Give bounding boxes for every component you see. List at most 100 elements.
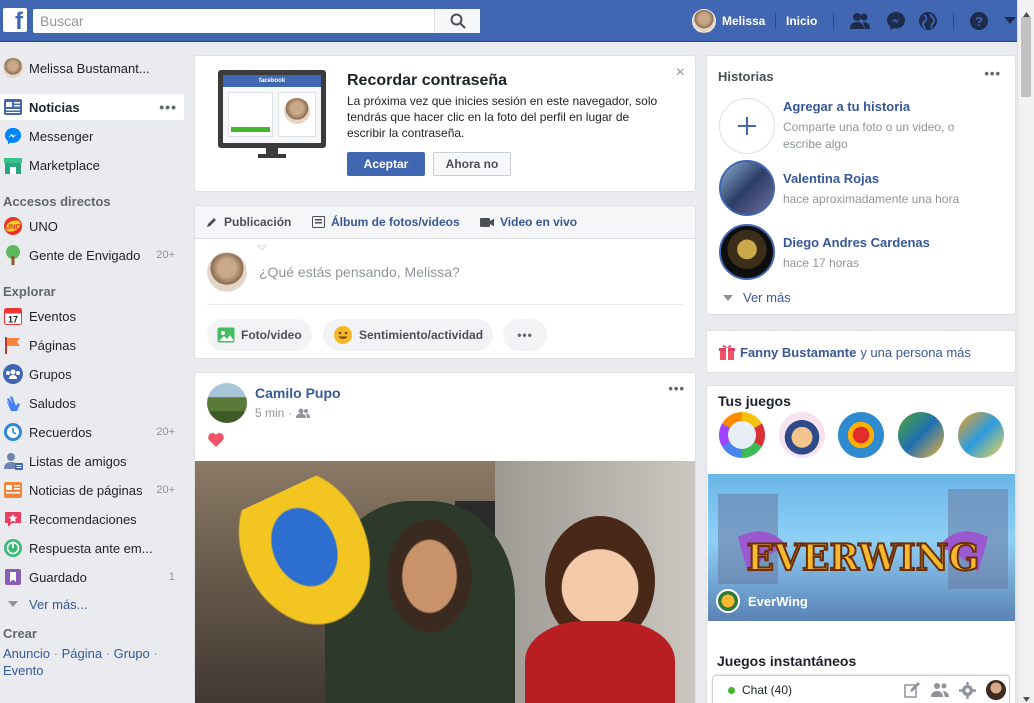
sidebar-item-respuesta-ante-emergencias[interactable]: Respuesta ante em...: [0, 535, 184, 561]
svg-text:UNO: UNO: [5, 224, 21, 231]
post-options-button[interactable]: •••: [668, 381, 685, 396]
home-link[interactable]: Inicio: [786, 14, 817, 28]
sidebar-item-label: Noticias de páginas: [29, 482, 143, 498]
help-icon[interactable]: ?: [968, 10, 990, 32]
tab-photo-album[interactable]: Álbum de fotos/videos: [312, 215, 460, 229]
sidebar-item-label: Marketplace: [29, 157, 100, 173]
new-group-icon[interactable]: [931, 682, 949, 701]
scroll-down-arrow-icon[interactable]: [1023, 690, 1030, 703]
news-feed-icon: [3, 97, 23, 117]
game-icon-puzzle[interactable]: [779, 412, 825, 458]
sidebar-item-noticias-de-paginas[interactable]: Noticias de páginas 20+: [0, 477, 184, 503]
add-story-title[interactable]: Agregar a tu historia: [783, 99, 910, 114]
story-author[interactable]: Diego Andres Cardenas: [783, 235, 930, 250]
game-icon-trivia[interactable]: [719, 412, 765, 458]
sidebar-item-saludos[interactable]: Saludos: [0, 390, 184, 416]
story-thumbnail[interactable]: [719, 224, 775, 280]
sidebar-item-label: Recuerdos: [29, 424, 92, 440]
see-more-link[interactable]: Ver más...: [0, 591, 184, 617]
search-button[interactable]: [434, 9, 480, 33]
tab-label: Álbum de fotos/videos: [331, 215, 460, 229]
search-input[interactable]: [33, 9, 433, 33]
author-avatar[interactable]: [207, 383, 247, 423]
accept-button[interactable]: Aceptar: [347, 152, 425, 176]
chat-bar[interactable]: Chat (40): [712, 675, 1010, 703]
compose-message-icon[interactable]: [904, 682, 920, 701]
game-icon-farmville[interactable]: [898, 412, 944, 458]
feeling-activity-button[interactable]: Sentimiento/actividad: [323, 319, 494, 351]
wave-icon: [3, 393, 23, 413]
avatar: [692, 9, 716, 33]
scrollbar-thumb[interactable]: [1021, 17, 1031, 97]
sidebar-item-label: Saludos: [29, 395, 76, 411]
sidebar-item-recuerdos[interactable]: Recuerdos 20+: [0, 419, 184, 445]
profile-link[interactable]: Melissa: [692, 9, 765, 33]
separator: ·: [288, 406, 293, 420]
flag-icon: [3, 335, 23, 355]
avatar[interactable]: [986, 680, 1006, 700]
sidebar-item-uno[interactable]: UNO UNO: [0, 213, 184, 239]
login-illustration: facebook: [218, 70, 326, 164]
post-timestamp[interactable]: 5 min: [255, 406, 284, 420]
story-author[interactable]: Valentina Rojas: [783, 171, 879, 186]
sidebar-profile[interactable]: Melissa Bustamant...: [0, 55, 184, 81]
messenger-icon[interactable]: [885, 10, 907, 32]
count-badge: 20+: [156, 484, 175, 496]
sidebar-item-listas-de-amigos[interactable]: Listas de amigos: [0, 448, 184, 474]
more-actions-button[interactable]: •••: [503, 319, 547, 351]
remember-password-card: facebook Recordar contraseña La próxima …: [194, 55, 696, 192]
game-icon-block-puzzle[interactable]: [958, 412, 1004, 458]
post-author-name[interactable]: Camilo Pupo: [255, 385, 341, 401]
everwing-icon: [716, 589, 740, 613]
create-links: Anuncio · Página · Grupo · Evento: [3, 645, 183, 679]
story-thumbnail[interactable]: [719, 160, 775, 216]
create-event-link[interactable]: Evento: [3, 663, 43, 678]
sidebar-item-label: Guardado: [29, 569, 87, 585]
sidebar-item-grupos[interactable]: Grupos: [0, 361, 184, 387]
add-story-button[interactable]: [719, 98, 775, 154]
composer-input[interactable]: ¿Qué estás pensando, Melissa?: [259, 264, 460, 280]
birthday-person-name[interactable]: Fanny Bustamante: [740, 345, 856, 360]
count-badge: 20+: [156, 426, 175, 438]
featured-game-banner[interactable]: EVERWING EverWing: [708, 474, 1015, 621]
facebook-logo[interactable]: f: [3, 8, 27, 32]
page-scrollbar[interactable]: [1017, 0, 1034, 703]
sidebar-item-paginas[interactable]: Páginas: [0, 332, 184, 358]
stories-options-button[interactable]: •••: [984, 66, 1001, 81]
create-page-link[interactable]: Página: [62, 646, 102, 661]
sidebar-item-guardado[interactable]: Guardado 1: [0, 564, 184, 590]
birthday-others[interactable]: y una persona más: [860, 345, 971, 360]
recommendations-icon: [3, 509, 23, 529]
friend-requests-icon[interactable]: [849, 10, 871, 32]
illustration-brand: facebook: [223, 75, 321, 87]
stories-card: Historias ••• Agregar a tu historia Comp…: [706, 55, 1016, 315]
post-photo[interactable]: [195, 461, 695, 703]
sidebar-item-gente-de-envigado[interactable]: Gente de Envigado 20+: [0, 242, 184, 268]
sidebar-item-marketplace[interactable]: Marketplace: [0, 152, 184, 178]
photo-video-button[interactable]: Foto/video: [207, 319, 312, 351]
birthday-reminder[interactable]: Fanny Bustamante y una persona más: [719, 344, 971, 360]
sidebar-item-messenger[interactable]: Messenger: [0, 123, 184, 149]
sidebar-item-news-feed[interactable]: Noticias •••: [0, 94, 184, 120]
reminder-text: La próxima vez que inicies sesión en est…: [347, 94, 658, 140]
chat-settings-gear-icon[interactable]: [959, 682, 976, 702]
top-navigation-bar: f Melissa Inicio ?: [0, 0, 1034, 42]
tab-publicacion[interactable]: Publicación: [206, 215, 291, 229]
sidebar-item-recomendaciones[interactable]: Recomendaciones: [0, 506, 184, 532]
notifications-globe-icon[interactable]: [917, 10, 939, 32]
close-icon[interactable]: ×: [676, 64, 685, 82]
stories-see-more[interactable]: Ver más: [723, 290, 791, 305]
game-icon-candy-crush[interactable]: [838, 412, 884, 458]
tab-live-video[interactable]: Video en vivo: [480, 215, 577, 229]
add-story-subtitle: Comparte una foto o un video, o escribe …: [783, 120, 955, 151]
friends-audience-icon[interactable]: [296, 408, 311, 418]
sidebar-item-eventos[interactable]: 17 Eventos: [0, 303, 184, 329]
instant-games-heading: Juegos instantáneos: [717, 653, 857, 669]
birthday-card: Fanny Bustamante y una persona más: [706, 330, 1016, 373]
create-group-link[interactable]: Grupo: [114, 646, 150, 661]
create-ad-link[interactable]: Anuncio: [3, 646, 50, 661]
more-options-icon[interactable]: •••: [159, 99, 177, 115]
separator: ·: [105, 646, 111, 661]
not-now-button[interactable]: Ahora no: [433, 152, 511, 176]
separator: ·: [53, 646, 58, 661]
